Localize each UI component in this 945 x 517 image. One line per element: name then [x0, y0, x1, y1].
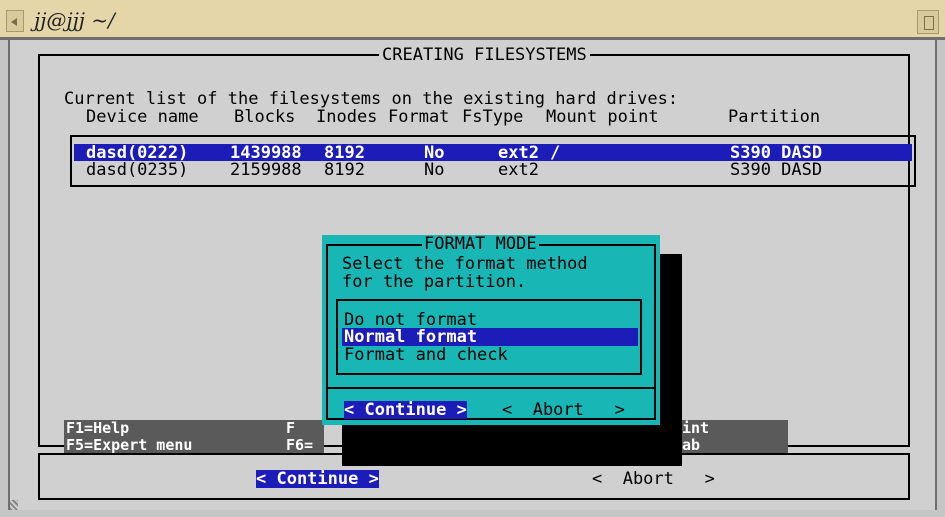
- window-menu-button[interactable]: [6, 10, 24, 32]
- table-row[interactable]: dasd(0235) 2159988 8192 No ext2 S390 DAS…: [74, 160, 912, 180]
- dialog-abort-button[interactable]: < Abort >: [502, 401, 625, 419]
- cell-format: No: [424, 160, 445, 180]
- cell-partition: S390 DASD: [730, 160, 823, 180]
- maximize-icon: [924, 16, 934, 30]
- fkey-help[interactable]: F1=Help: [64, 420, 300, 437]
- column-header-format: Format: [388, 107, 450, 127]
- column-header-inodes: Inodes: [316, 107, 378, 127]
- arrow-left-icon: [11, 18, 17, 26]
- option-format-and-check[interactable]: Format and check: [344, 346, 508, 364]
- frame-title: CREATING FILESYSTEMS: [379, 46, 590, 64]
- cell-blocks: 2159988: [230, 160, 302, 180]
- cell-device: dasd(0235): [86, 160, 189, 180]
- intro-text: Current list of the filesystems on the e…: [64, 89, 679, 109]
- fkey-right-top[interactable]: int: [680, 420, 788, 437]
- column-header-partition: Partition: [728, 107, 821, 127]
- column-header-mount: Mount point: [546, 107, 659, 127]
- cell-fstype: ext2: [498, 160, 539, 180]
- resize-grip[interactable]: [10, 500, 18, 510]
- dialog-shadow: [342, 424, 682, 466]
- column-header-device: Device name: [86, 107, 199, 127]
- option-normal-format[interactable]: Normal format: [342, 328, 638, 346]
- column-header-blocks: Blocks: [234, 107, 296, 127]
- cell-mount: /: [550, 143, 561, 163]
- abort-button[interactable]: < Abort >: [592, 470, 715, 488]
- dialog-continue-button[interactable]: < Continue >: [344, 401, 467, 419]
- fkey-right-bottom[interactable]: ab: [680, 437, 788, 453]
- dialog-prompt-line1: Select the format method: [342, 254, 588, 274]
- fkey-mid-top[interactable]: F: [284, 420, 324, 437]
- fkey-expert-menu[interactable]: F5=Expert menu: [64, 437, 300, 453]
- dialog-title: FORMAT MODE: [422, 234, 539, 254]
- format-mode-dialog: FORMAT MODE Select the format method for…: [322, 235, 660, 425]
- table-row[interactable]: dasd(0222) 1439988 8192 No ext2 / S390 D…: [74, 143, 912, 163]
- column-header-fstype: FsType: [462, 107, 524, 127]
- window-maximize-button[interactable]: [917, 10, 939, 34]
- continue-button[interactable]: < Continue >: [256, 470, 379, 488]
- window-title: jj@jjj ~/: [34, 8, 115, 32]
- cell-inodes: 8192: [324, 160, 365, 180]
- fkey-mid-bottom[interactable]: F6=: [284, 437, 324, 453]
- dialog-prompt-line2: for the partition.: [342, 272, 527, 292]
- window-titlebar: jj@jjj ~/: [0, 0, 945, 40]
